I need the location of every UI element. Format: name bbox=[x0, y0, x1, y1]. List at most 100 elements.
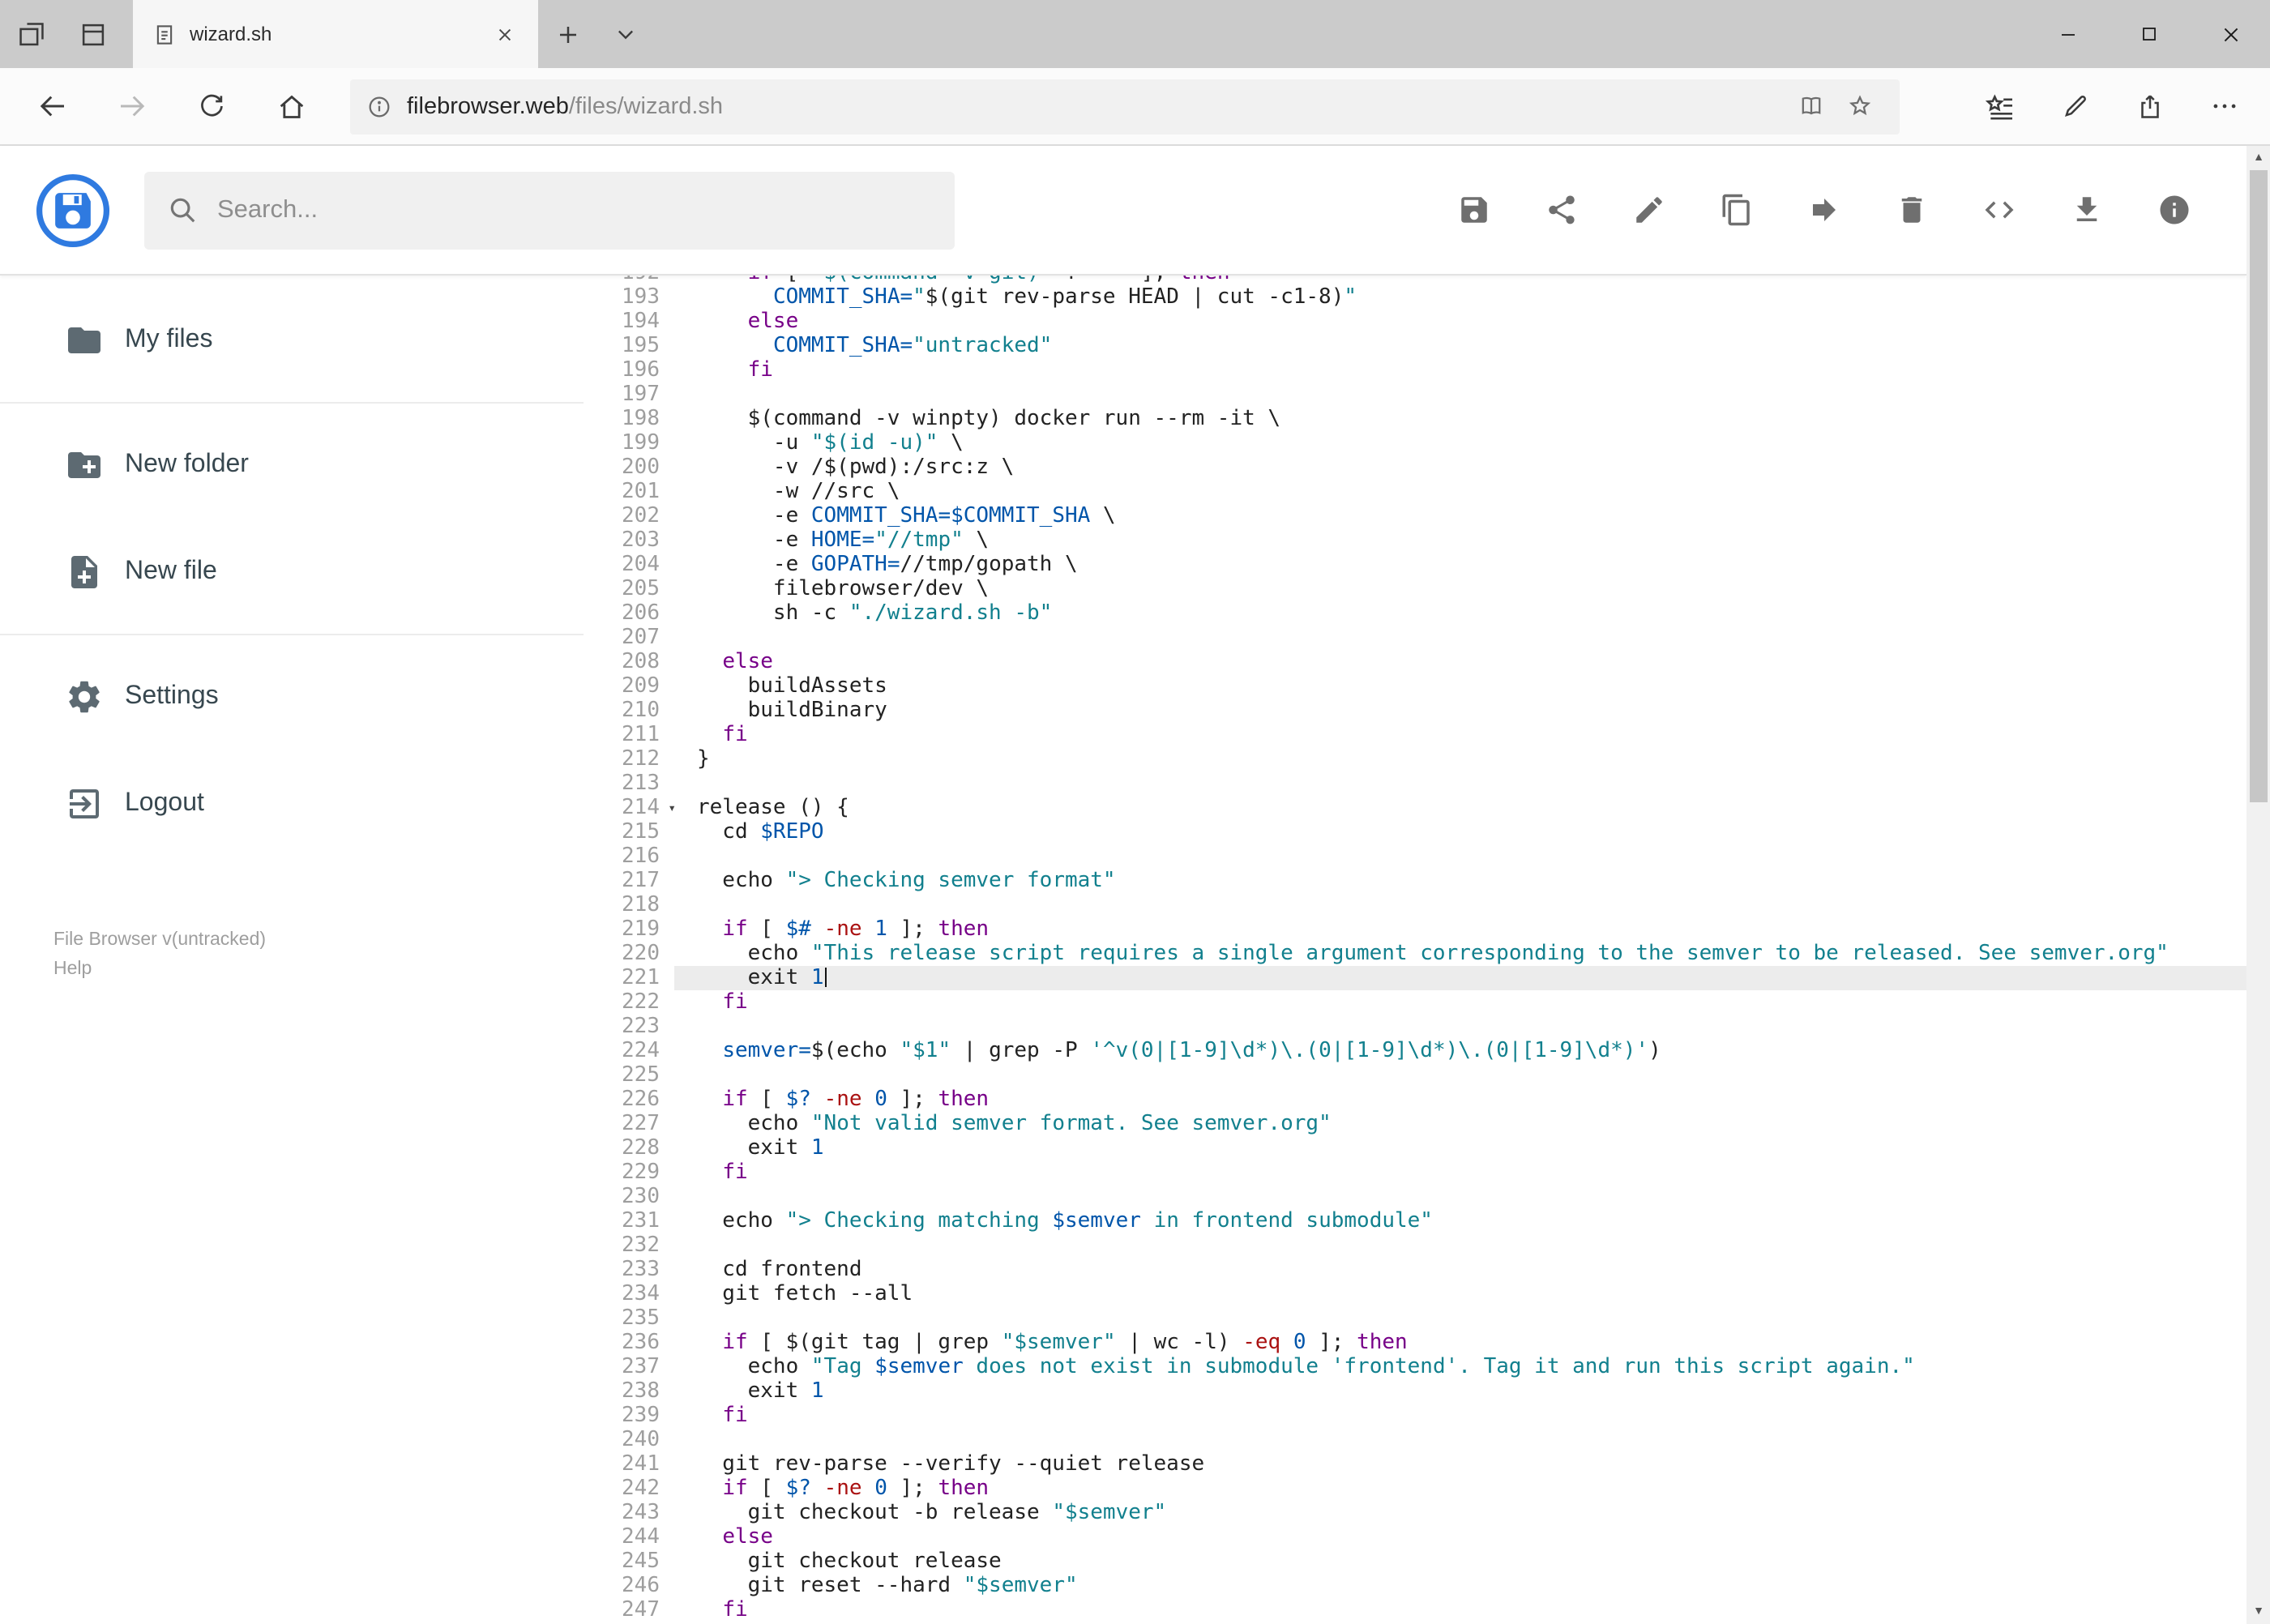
tab-wizard-sh[interactable]: wizard.sh bbox=[133, 0, 538, 68]
code-line[interactable]: 202 -e COMMIT_SHA=$COMMIT_SHA \ bbox=[584, 504, 2246, 528]
code-line[interactable]: 221 exit 1 bbox=[584, 966, 2246, 990]
code-line[interactable]: 208 else bbox=[584, 650, 2246, 674]
code-line[interactable]: 244 else bbox=[584, 1525, 2246, 1549]
sidebar-item-my-files[interactable]: My files bbox=[0, 295, 584, 386]
code-line[interactable]: 214 ▾ release () { bbox=[584, 796, 2246, 820]
code-line[interactable]: 237 echo "Tag $semver does not exist in … bbox=[584, 1355, 2246, 1379]
scroll-up-button[interactable]: ▲ bbox=[2246, 146, 2270, 170]
code-line[interactable]: 203 -e HOME="//tmp" \ bbox=[584, 528, 2246, 553]
forward-button[interactable] bbox=[92, 72, 172, 140]
code-line[interactable]: 236 if [ $(git tag | grep "$semver" | wc… bbox=[584, 1331, 2246, 1355]
sidebar-item-settings[interactable]: Settings bbox=[0, 652, 584, 742]
share-button[interactable] bbox=[2112, 72, 2187, 140]
code-line[interactable]: 226 if [ $? -ne 0 ]; then bbox=[584, 1088, 2246, 1112]
raw-code-button[interactable] bbox=[1981, 192, 2016, 228]
code-line[interactable]: 243 git checkout -b release "$semver" bbox=[584, 1501, 2246, 1525]
code-line[interactable]: 225 bbox=[584, 1063, 2246, 1088]
help-link[interactable]: Help bbox=[53, 956, 584, 985]
code-line[interactable]: 205 filebrowser/dev \ bbox=[584, 577, 2246, 601]
site-info-button[interactable] bbox=[366, 93, 392, 119]
code-line[interactable]: 231 echo "> Checking matching $semver in… bbox=[584, 1209, 2246, 1233]
code-line[interactable]: 239 fi bbox=[584, 1404, 2246, 1428]
code-line[interactable]: 235 bbox=[584, 1306, 2246, 1331]
code-line[interactable]: 227 echo "Not valid semver format. See s… bbox=[584, 1112, 2246, 1136]
code-line[interactable]: 228 exit 1 bbox=[584, 1136, 2246, 1160]
code-line[interactable]: 212} bbox=[584, 747, 2246, 771]
code-line[interactable]: 242 if [ $? -ne 0 ]; then bbox=[584, 1477, 2246, 1501]
add-favorite-button[interactable] bbox=[1835, 82, 1883, 130]
info-button[interactable] bbox=[2156, 192, 2191, 228]
code-line[interactable]: 246 git reset --hard "$semver" bbox=[584, 1574, 2246, 1598]
code-line[interactable]: 215 cd $REPO bbox=[584, 820, 2246, 844]
code-text: echo "Not valid semver format. See semve… bbox=[697, 1112, 1332, 1136]
code-line[interactable]: 198 $(command -v winpty) docker run --rm… bbox=[584, 407, 2246, 431]
code-line[interactable]: 204 -e GOPATH=//tmp/gopath \ bbox=[584, 553, 2246, 577]
code-line[interactable]: 240 bbox=[584, 1428, 2246, 1452]
code-line[interactable]: 222 fi bbox=[584, 990, 2246, 1015]
new-tab-button[interactable] bbox=[538, 0, 596, 68]
scroll-thumb[interactable] bbox=[2250, 170, 2268, 802]
code-line[interactable]: 209 buildAssets bbox=[584, 674, 2246, 699]
code-line[interactable]: 219 if [ $# -ne 1 ]; then bbox=[584, 917, 2246, 942]
code-line[interactable]: 201 -w //src \ bbox=[584, 480, 2246, 504]
window-close-button[interactable] bbox=[2190, 0, 2270, 68]
code-line[interactable]: 192 if [ "$(command -v git)" != "" ]; th… bbox=[584, 276, 2246, 285]
code-editor[interactable]: 192 if [ "$(command -v git)" != "" ]; th… bbox=[584, 276, 2246, 1624]
code-line[interactable]: 210 buildBinary bbox=[584, 699, 2246, 723]
tab-close-button[interactable] bbox=[486, 16, 522, 52]
home-button[interactable] bbox=[251, 72, 331, 140]
code-line[interactable]: 207 bbox=[584, 626, 2246, 650]
code-line[interactable]: 234 git fetch --all bbox=[584, 1282, 2246, 1306]
scroll-down-button[interactable]: ▼ bbox=[2246, 1600, 2270, 1624]
code-line[interactable]: 195 COMMIT_SHA="untracked" bbox=[584, 334, 2246, 358]
code-line[interactable]: 211 fi bbox=[584, 723, 2246, 747]
code-line[interactable]: 217 echo "> Checking semver format" bbox=[584, 869, 2246, 893]
share-file-button[interactable] bbox=[1543, 192, 1579, 228]
back-button[interactable] bbox=[13, 72, 92, 140]
download-button[interactable] bbox=[2068, 192, 2104, 228]
move-button[interactable] bbox=[1806, 192, 1841, 228]
rename-button[interactable] bbox=[1631, 192, 1666, 228]
code-line[interactable]: 230 bbox=[584, 1185, 2246, 1209]
code-line[interactable]: 232 bbox=[584, 1233, 2246, 1258]
minimize-button[interactable] bbox=[2028, 0, 2109, 68]
code-line[interactable]: 206 sh -c "./wizard.sh -b" bbox=[584, 601, 2246, 626]
code-line[interactable]: 216 bbox=[584, 844, 2246, 869]
code-line[interactable]: 194 else bbox=[584, 310, 2246, 334]
hub-button[interactable] bbox=[1963, 72, 2037, 140]
reading-view-button[interactable] bbox=[1786, 82, 1835, 130]
page-scrollbar[interactable]: ▲ ▼ bbox=[2246, 146, 2270, 1624]
code-line[interactable]: 245 git checkout release bbox=[584, 1549, 2246, 1574]
code-line[interactable]: 247 fi bbox=[584, 1598, 2246, 1622]
fold-arrow-icon[interactable]: ▾ bbox=[668, 796, 676, 820]
code-line[interactable]: 220 echo "This release script requires a… bbox=[584, 942, 2246, 966]
code-line[interactable]: 229 fi bbox=[584, 1160, 2246, 1185]
sidebar-item-new-folder[interactable]: New folder bbox=[0, 420, 584, 511]
save-button[interactable] bbox=[1456, 192, 1491, 228]
code-line[interactable]: 241 git rev-parse --verify --quiet relea… bbox=[584, 1452, 2246, 1477]
code-line[interactable]: 223 bbox=[584, 1015, 2246, 1039]
set-tabs-aside-button[interactable] bbox=[0, 0, 62, 68]
sidebar-item-new-file[interactable]: New file bbox=[0, 527, 584, 618]
code-line[interactable]: 196 fi bbox=[584, 358, 2246, 382]
more-button[interactable] bbox=[2187, 72, 2261, 140]
address-bar[interactable]: filebrowser.web/files/wizard.sh bbox=[350, 79, 1900, 134]
delete-button[interactable] bbox=[1893, 192, 1929, 228]
refresh-button[interactable] bbox=[172, 72, 251, 140]
copy-button[interactable] bbox=[1718, 192, 1754, 228]
code-line[interactable]: 199 -u "$(id -u)" \ bbox=[584, 431, 2246, 455]
code-line[interactable]: 218 bbox=[584, 893, 2246, 917]
tab-list-button[interactable] bbox=[596, 0, 655, 68]
search-input[interactable]: Search... bbox=[144, 171, 955, 249]
code-line[interactable]: 197 bbox=[584, 382, 2246, 407]
maximize-button[interactable] bbox=[2109, 0, 2190, 68]
code-line[interactable]: 224 semver=$(echo "$1" | grep -P '^v(0|[… bbox=[584, 1039, 2246, 1063]
web-note-button[interactable] bbox=[2037, 72, 2112, 140]
code-line[interactable]: 200 -v /$(pwd):/src:z \ bbox=[584, 455, 2246, 480]
code-line[interactable]: 213 bbox=[584, 771, 2246, 796]
code-line[interactable]: 233 cd frontend bbox=[584, 1258, 2246, 1282]
tab-preview-button[interactable] bbox=[62, 0, 123, 68]
code-line[interactable]: 238 exit 1 bbox=[584, 1379, 2246, 1404]
sidebar-item-logout[interactable]: Logout bbox=[0, 759, 584, 849]
code-line[interactable]: 193 COMMIT_SHA="$(git rev-parse HEAD | c… bbox=[584, 285, 2246, 310]
